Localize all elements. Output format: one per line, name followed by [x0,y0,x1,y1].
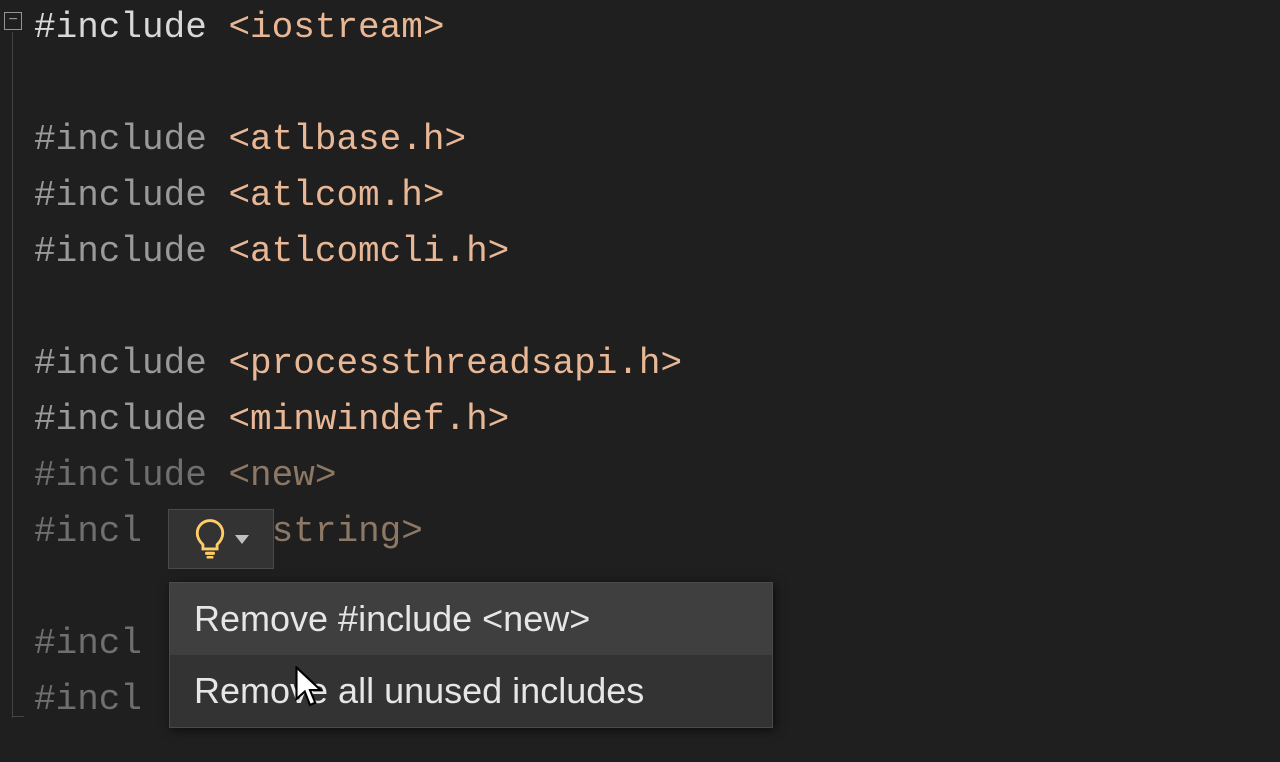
code-line[interactable] [34,56,682,112]
quick-action-item[interactable]: Remove #include <new> [170,583,772,655]
fold-line [12,32,13,718]
directive-keyword: #include [34,112,228,168]
fold-end [12,716,24,717]
code-line[interactable]: #include <atlcomcli.h> [34,224,682,280]
code-line[interactable]: #include <minwindef.h> [34,392,682,448]
directive-keyword: #include [34,168,228,224]
quick-actions-menu: Remove #include <new>Remove all unused i… [169,582,773,728]
lightbulb-icon [193,519,227,559]
quick-actions-button[interactable] [168,509,274,569]
chevron-down-icon [235,535,249,544]
code-line[interactable]: #incl <string> [34,504,682,560]
directive-keyword: #incl [34,672,142,728]
code-line[interactable]: #include <atlbase.h> [34,112,682,168]
code-line[interactable]: #include <processthreadsapi.h> [34,336,682,392]
include-path: <atlbase.h> [228,112,466,168]
include-path: <minwindef.h> [228,392,509,448]
code-line[interactable] [34,280,682,336]
include-path: <atlcom.h> [228,168,444,224]
fold-collapse-icon[interactable]: − [4,12,22,30]
directive-keyword: #include [34,392,228,448]
include-path: <string> [250,504,423,560]
code-line[interactable]: #include <new> [34,448,682,504]
include-path: <new> [228,448,336,504]
directive-keyword: #include [34,448,228,504]
directive-keyword: #incl [34,616,142,672]
quick-action-item[interactable]: Remove all unused includes [170,655,772,727]
directive-keyword: #include [34,336,228,392]
include-path: <iostream> [228,0,444,56]
gutter: − [0,0,34,728]
code-line[interactable]: #include <iostream> [34,0,682,56]
directive-keyword: #include [34,224,228,280]
include-path: <atlcomcli.h> [228,224,509,280]
directive-keyword: #include [34,0,228,56]
code-line[interactable]: #include <atlcom.h> [34,168,682,224]
include-path: <processthreadsapi.h> [228,336,682,392]
